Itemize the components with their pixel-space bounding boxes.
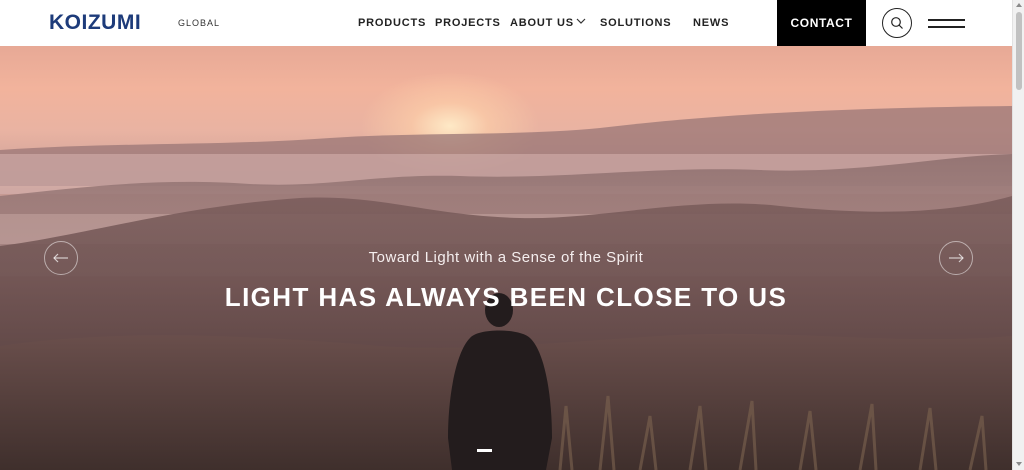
next-slide-button[interactable] [939,241,973,275]
site-header: KOIZUMI GLOBAL PRODUCTS PROJECTS ABOUT U… [0,0,1012,46]
prev-slide-button[interactable] [44,241,78,275]
hamburger-menu-icon[interactable] [928,17,965,29]
nav-about-us[interactable]: ABOUT US [510,17,574,29]
nav-solutions[interactable]: SOLUTIONS [600,17,671,29]
contact-button[interactable]: CONTACT [777,0,866,46]
arrow-right-icon [949,253,964,263]
slide-indicator-active[interactable] [477,449,492,452]
nav-products[interactable]: PRODUCTS [358,17,426,29]
scroll-down-icon[interactable] [1016,462,1022,466]
nav-news[interactable]: NEWS [693,17,729,29]
search-button[interactable] [882,8,912,38]
scroll-up-icon[interactable] [1016,3,1022,7]
scroll-thumb[interactable] [1016,12,1022,90]
logo-subtitle: GLOBAL [178,18,221,28]
logo[interactable]: KOIZUMI [49,12,141,34]
search-icon [891,17,903,29]
chevron-down-icon[interactable] [576,16,586,26]
hero-title: LIGHT HAS ALWAYS BEEN CLOSE TO US [224,282,788,312]
nav-projects[interactable]: PROJECTS [435,17,501,29]
scrollbar[interactable] [1012,0,1024,470]
arrow-left-icon [53,253,68,263]
hero-slider: Toward Light with a Sense of the Spirit … [0,46,1012,470]
hero-subtitle: Toward Light with a Sense of the Spirit [368,249,644,266]
